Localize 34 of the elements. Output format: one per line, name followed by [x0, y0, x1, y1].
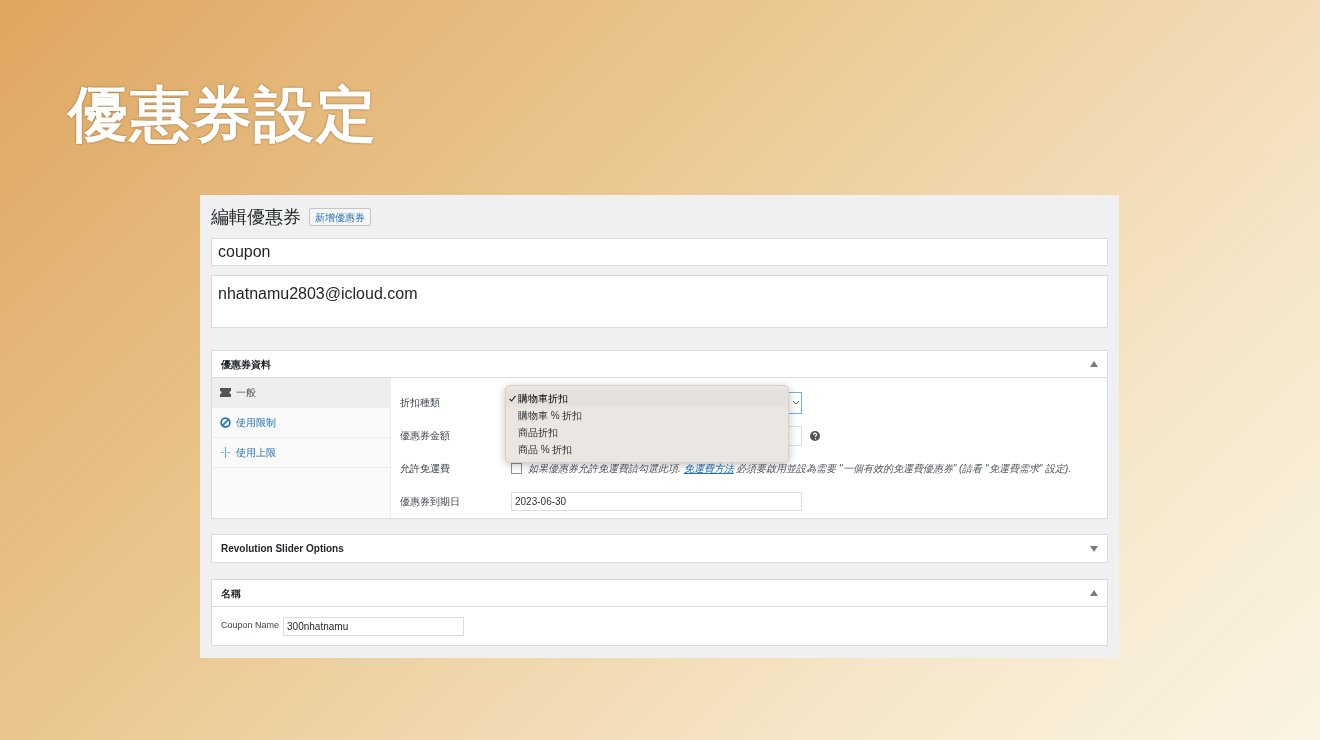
dropdown-option[interactable]: 商品折扣: [506, 424, 788, 441]
coupon-name-field[interactable]: 300nhatnamu: [283, 616, 465, 636]
field-label: 折扣種類: [400, 396, 441, 410]
expiry-date-field[interactable]: 2023-06-30: [511, 492, 802, 511]
slide-title: 優惠券設定: [68, 84, 379, 144]
free-shipping-checkbox[interactable]: [511, 463, 522, 474]
expand-arrow-icon[interactable]: [1090, 545, 1098, 552]
dropdown-option[interactable]: 購物車折扣: [506, 390, 788, 407]
field-label: 優惠券金額: [400, 429, 451, 443]
box-title: 優惠券資料: [221, 357, 271, 372]
sidebar-tab[interactable]: 使用限制: [212, 408, 390, 438]
field-label: 允許免運費: [400, 462, 451, 476]
sidebar-tab[interactable]: 使用上限: [212, 438, 390, 468]
free-shipping-description: 如果優惠券允許免運費請勾選此項. 免運費方法 必須要啟用並設為需要 "一個有效的免運費優惠券" (請看 "免運費需求" 設定).: [528, 462, 1072, 476]
collapse-arrow-icon[interactable]: [1090, 361, 1098, 367]
arrows-icon: [220, 447, 231, 458]
box-title: Revolution Slider Options: [221, 542, 344, 556]
shipping-methods-link[interactable]: 免運費方法: [683, 463, 734, 474]
check-icon: [509, 395, 516, 402]
title-field[interactable]: coupon: [211, 238, 1108, 266]
ban-icon: [220, 417, 231, 428]
chevron-icon: [793, 400, 799, 405]
collapse-arrow-icon[interactable]: [1090, 590, 1098, 596]
description-field[interactable]: nhatnamu2803@icloud.com: [211, 275, 1108, 328]
ticket-icon: [220, 388, 231, 397]
page-heading: 編輯優惠券: [211, 205, 301, 229]
sidebar-tab[interactable]: 一般: [212, 378, 390, 408]
dropdown-option[interactable]: 商品 % 折扣: [506, 441, 788, 458]
dropdown-option[interactable]: 購物車 % 折扣: [506, 407, 788, 424]
help-icon[interactable]: [810, 430, 820, 441]
field-label: 優惠券到期日: [400, 495, 461, 509]
add-coupon-button[interactable]: 新增優惠券: [309, 208, 371, 226]
field-label: Coupon Name: [221, 619, 280, 633]
box-title: 名稱: [221, 586, 241, 601]
